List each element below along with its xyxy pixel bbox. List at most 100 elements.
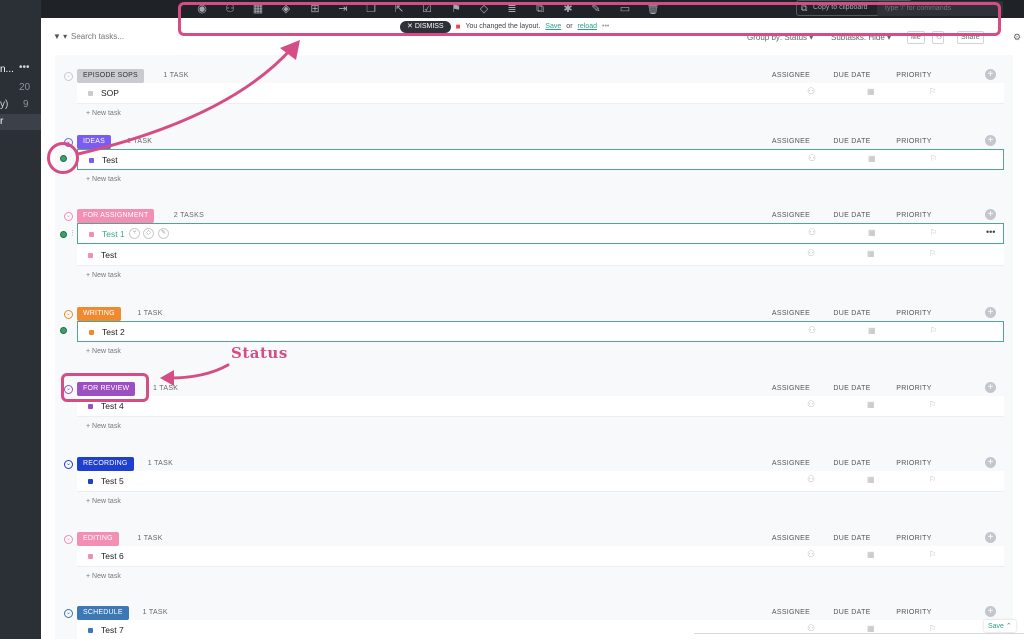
- task-status-square[interactable]: [88, 628, 93, 633]
- column-header-due-date[interactable]: DUE DATE: [822, 310, 882, 317]
- calendar-icon[interactable]: ▦: [867, 550, 875, 559]
- new-task-button[interactable]: + New task: [86, 176, 121, 183]
- task-row[interactable]: Test ⚇ ▦ ⚐: [77, 245, 1004, 266]
- collapse-group-icon[interactable]: ⌄: [64, 310, 73, 319]
- status-pill[interactable]: RECORDING: [77, 457, 134, 471]
- new-task-button[interactable]: + New task: [86, 423, 121, 430]
- column-header-due-date[interactable]: DUE DATE: [822, 385, 882, 392]
- task-name[interactable]: Test: [101, 250, 117, 260]
- task-row[interactable]: Test 6 ⚇ ▦ ⚐: [77, 546, 1004, 567]
- sidebar-item-active[interactable]: r: [0, 114, 41, 130]
- priority-flag-icon[interactable]: ⚐: [929, 550, 936, 559]
- task-name[interactable]: Test 6: [101, 551, 124, 561]
- task-status-square[interactable]: [88, 91, 93, 96]
- column-header-due-date[interactable]: DUE DATE: [822, 138, 882, 145]
- assignee-icon[interactable]: ⚇: [807, 549, 819, 562]
- priority-flag-icon[interactable]: ⚐: [929, 400, 936, 409]
- task-name[interactable]: Test 7: [101, 625, 124, 635]
- column-header-assignee[interactable]: ASSIGNEE: [761, 212, 821, 219]
- new-task-button[interactable]: + New task: [86, 573, 121, 580]
- add-column-icon[interactable]: +: [985, 532, 996, 543]
- column-header-assignee[interactable]: ASSIGNEE: [761, 535, 821, 542]
- edit-icon[interactable]: ✎: [158, 228, 169, 239]
- status-pill[interactable]: SCHEDULE: [77, 606, 129, 620]
- collapse-group-icon[interactable]: ⌄: [64, 460, 73, 469]
- add-column-icon[interactable]: +: [985, 69, 996, 80]
- calendar-icon[interactable]: ▦: [868, 228, 876, 237]
- task-row[interactable]: Test ⚇ ▦ ⚐: [77, 149, 1004, 170]
- column-header-priority[interactable]: PRIORITY: [884, 310, 944, 317]
- column-header-assignee[interactable]: ASSIGNEE: [761, 385, 821, 392]
- column-header-assignee[interactable]: ASSIGNEE: [761, 460, 821, 467]
- column-header-due-date[interactable]: DUE DATE: [822, 535, 882, 542]
- add-column-icon[interactable]: +: [985, 606, 996, 617]
- status-pill[interactable]: IDEAS: [77, 135, 112, 149]
- new-task-button[interactable]: + New task: [86, 348, 121, 355]
- column-header-due-date[interactable]: DUE DATE: [822, 460, 882, 467]
- task-status-square[interactable]: [88, 479, 93, 484]
- add-column-icon[interactable]: +: [985, 135, 996, 146]
- task-status-square[interactable]: [88, 253, 93, 258]
- task-name[interactable]: Test: [102, 155, 118, 165]
- calendar-icon[interactable]: ▦: [867, 87, 875, 96]
- tag-icon[interactable]: ◇: [143, 228, 154, 239]
- collapse-group-icon[interactable]: ⌄: [64, 212, 73, 221]
- priority-flag-icon[interactable]: ⚐: [929, 249, 936, 258]
- calendar-icon[interactable]: ▦: [867, 624, 875, 633]
- column-header-priority[interactable]: PRIORITY: [884, 138, 944, 145]
- sidebar-item-a[interactable]: n... •••: [0, 62, 41, 76]
- priority-flag-icon[interactable]: ⚐: [930, 228, 937, 237]
- calendar-icon[interactable]: ▦: [867, 249, 875, 258]
- task-row[interactable]: SOP ⚇ ▦ ⚐: [77, 83, 1004, 104]
- task-row[interactable]: Test 5 ⚇ ▦ ⚐: [77, 471, 1004, 492]
- calendar-icon[interactable]: ▦: [867, 475, 875, 484]
- drag-handle-icon[interactable]: ⋮: [69, 229, 76, 237]
- assignee-icon[interactable]: ⚇: [807, 399, 819, 412]
- task-status-square[interactable]: [89, 232, 94, 237]
- column-header-priority[interactable]: PRIORITY: [884, 609, 944, 616]
- column-header-assignee[interactable]: ASSIGNEE: [761, 310, 821, 317]
- task-name[interactable]: Test 5: [101, 476, 124, 486]
- column-header-assignee[interactable]: ASSIGNEE: [761, 72, 821, 79]
- status-pill[interactable]: WRITING: [77, 307, 121, 321]
- task-row[interactable]: Test 1 ⑂ ◇ ✎ ••• ⚇ ▦ ⚐: [77, 223, 1004, 244]
- calendar-icon[interactable]: ▦: [868, 154, 876, 163]
- task-row[interactable]: Test 2 ⚇ ▦ ⚐: [77, 321, 1004, 342]
- collapse-group-icon[interactable]: ⌄: [64, 609, 73, 618]
- add-column-icon[interactable]: +: [985, 457, 996, 468]
- collapse-group-icon[interactable]: ⌄: [64, 72, 73, 81]
- sidebar-more-icon[interactable]: •••: [19, 62, 30, 73]
- task-name[interactable]: Test 4: [101, 401, 124, 411]
- assignee-icon[interactable]: ⚇: [808, 325, 820, 338]
- search-tasks-input[interactable]: [71, 32, 191, 41]
- column-header-due-date[interactable]: DUE DATE: [822, 72, 882, 79]
- task-status-square[interactable]: [88, 404, 93, 409]
- assignee-icon[interactable]: ⚇: [808, 227, 820, 240]
- priority-flag-icon[interactable]: ⚐: [930, 326, 937, 335]
- column-header-due-date[interactable]: DUE DATE: [822, 212, 882, 219]
- status-pill[interactable]: FOR ASSIGNMENT: [77, 209, 155, 223]
- calendar-icon[interactable]: ▦: [867, 400, 875, 409]
- sidebar-item-b[interactable]: y) 9: [0, 99, 41, 111]
- assignee-icon[interactable]: ⚇: [808, 153, 820, 166]
- status-dot-writing[interactable]: [60, 327, 67, 334]
- task-name[interactable]: Test 1: [102, 229, 125, 239]
- assignee-icon[interactable]: ⚇: [807, 86, 819, 99]
- assignee-icon[interactable]: ⚇: [807, 474, 819, 487]
- task-status-square[interactable]: [89, 330, 94, 335]
- task-name[interactable]: SOP: [101, 88, 119, 98]
- status-pill[interactable]: EPISODE SOPS: [77, 69, 144, 83]
- task-status-square[interactable]: [89, 158, 94, 163]
- collapse-group-icon[interactable]: ⌄: [64, 535, 73, 544]
- priority-flag-icon[interactable]: ⚐: [930, 154, 937, 163]
- add-column-icon[interactable]: +: [985, 209, 996, 220]
- add-column-icon[interactable]: +: [985, 382, 996, 393]
- priority-flag-icon[interactable]: ⚐: [929, 87, 936, 96]
- status-dot-for-assignment[interactable]: [60, 231, 67, 238]
- sidebar-item-count-a[interactable]: 20: [0, 82, 41, 94]
- assignee-icon[interactable]: ⚇: [807, 248, 819, 261]
- add-column-icon[interactable]: +: [985, 307, 996, 318]
- task-name[interactable]: Test 2: [102, 327, 125, 337]
- column-header-due-date[interactable]: DUE DATE: [822, 609, 882, 616]
- new-task-button[interactable]: + New task: [86, 110, 121, 117]
